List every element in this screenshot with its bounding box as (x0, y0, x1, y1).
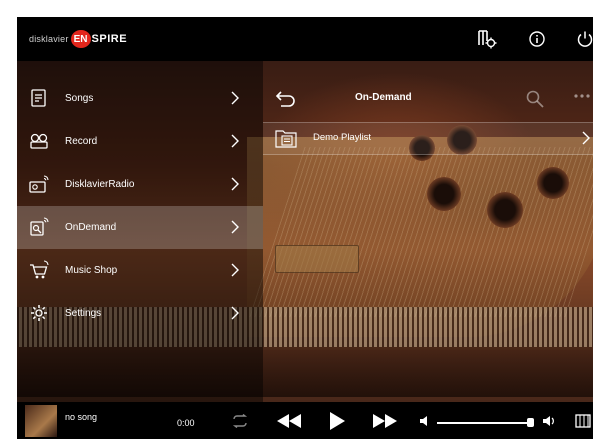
power-icon[interactable] (573, 27, 593, 51)
back-icon[interactable] (275, 89, 297, 107)
frame-hole (537, 167, 569, 199)
chevron-right-icon (231, 306, 239, 320)
sidebar-item-ondemand[interactable]: OnDemand (17, 206, 263, 249)
sidebar: Songs Record DisklavierRadio OnDemand Mu… (17, 77, 263, 335)
sidebar-item-settings[interactable]: Settings (17, 292, 263, 335)
top-bar: disklavier EN SPIRE (17, 17, 593, 61)
brand-prefix: disklavier (29, 34, 69, 44)
more-options-icon[interactable] (573, 91, 593, 101)
gear-icon (31, 305, 47, 321)
keyboard-icon[interactable] (573, 410, 593, 432)
app-root: disklavier EN SPIRE Songs Record Disklav… (0, 0, 593, 439)
piano-plate-badge (275, 245, 359, 273)
chevron-right-icon (231, 220, 239, 234)
chevron-right-icon (231, 91, 239, 105)
sidebar-item-label: DisklavierRadio (65, 179, 135, 190)
chevron-right-icon (231, 134, 239, 148)
fast-forward-button[interactable] (369, 410, 401, 432)
brand-logo: disklavier EN SPIRE (29, 30, 127, 48)
panel-header: On-Demand (263, 77, 593, 120)
sidebar-item-label: Songs (65, 93, 94, 104)
brand-suffix: SPIRE (91, 33, 128, 45)
sidebar-item-label: Music Shop (65, 265, 118, 276)
repeat-icon[interactable] (229, 410, 251, 432)
sidebar-item-label: Settings (65, 308, 102, 319)
main-screen: disklavier EN SPIRE Songs Record Disklav… (17, 17, 593, 439)
sidebar-item-record[interactable]: Record (17, 120, 263, 163)
info-icon[interactable] (525, 27, 549, 51)
chevron-right-icon (231, 263, 239, 277)
song-title: no song (65, 412, 98, 422)
playlist-icon (275, 130, 297, 148)
song-thumbnail (25, 405, 57, 437)
play-button[interactable] (325, 410, 349, 432)
ondemand-panel: On-Demand Demo Playlist (263, 77, 593, 155)
rewind-button[interactable] (273, 410, 305, 432)
songs-icon (31, 89, 46, 107)
volume-low-icon[interactable] (417, 410, 431, 432)
chevron-right-icon (231, 177, 239, 191)
sidebar-item-music-shop[interactable]: Music Shop (17, 249, 263, 292)
sidebar-item-songs[interactable]: Songs (17, 77, 263, 120)
volume-slider-knob[interactable] (527, 418, 535, 427)
volume-high-icon[interactable] (541, 410, 557, 432)
sidebar-item-label: Record (65, 136, 98, 147)
brand-en-badge: EN (70, 30, 91, 48)
record-icon (30, 133, 48, 149)
cart-icon (30, 260, 49, 279)
frame-hole (427, 177, 461, 211)
chevron-right-icon (582, 131, 590, 145)
list-item-label: Demo Playlist (313, 132, 372, 143)
library-settings-icon[interactable] (475, 27, 499, 51)
search-icon[interactable] (525, 89, 545, 109)
frame-hole (487, 192, 523, 228)
time-readout: 0:00 (177, 418, 195, 428)
ondemand-icon (30, 217, 49, 236)
page-title: On-Demand (355, 92, 412, 103)
radio-icon (29, 175, 49, 193)
sidebar-item-label: OnDemand (65, 222, 117, 233)
sidebar-item-disklavierradio[interactable]: DisklavierRadio (17, 163, 263, 206)
list-item-demo-playlist[interactable]: Demo Playlist (263, 122, 593, 155)
volume-slider[interactable] (437, 418, 535, 427)
player-bar: no song 0:00 (17, 402, 593, 439)
